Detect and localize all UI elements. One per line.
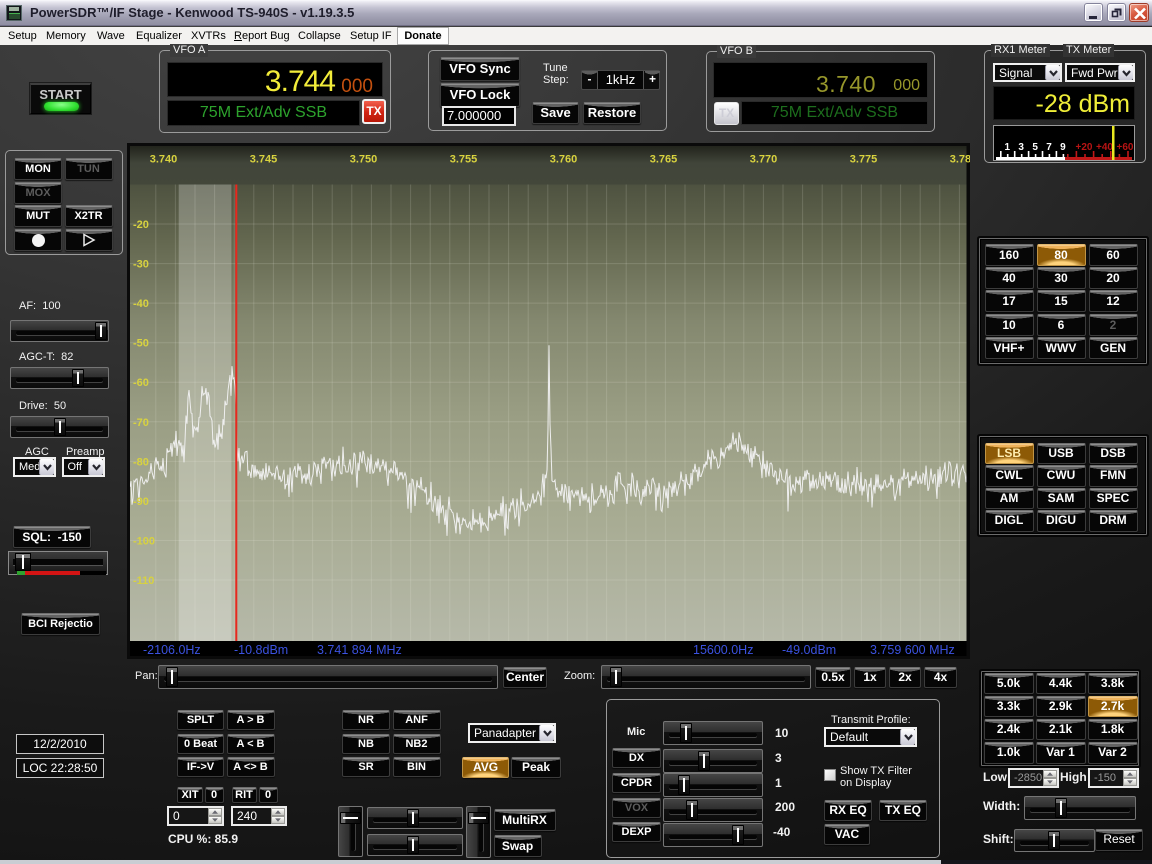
svg-text:-90: -90 (133, 496, 149, 508)
svg-text:-2106.0Hz: -2106.0Hz (143, 643, 201, 657)
svg-text:5: 5 (1032, 142, 1038, 153)
svg-text:-50: -50 (133, 338, 149, 350)
svg-text:7: 7 (1046, 142, 1052, 153)
svg-text:15600.0Hz: 15600.0Hz (693, 643, 753, 657)
svg-text:-20: -20 (133, 219, 149, 231)
svg-text:-100: -100 (133, 536, 155, 548)
svg-text:3.741 894 MHz: 3.741 894 MHz (317, 643, 402, 657)
svg-text:-110: -110 (133, 575, 154, 587)
svg-text:9: 9 (1060, 142, 1066, 153)
svg-text:-40: -40 (133, 298, 149, 310)
svg-text:-49.0dBm: -49.0dBm (782, 643, 836, 657)
svg-text:-10.8dBm: -10.8dBm (234, 643, 288, 657)
svg-text:3: 3 (1018, 142, 1024, 153)
svg-text:3.745: 3.745 (250, 154, 278, 166)
svg-text:3.759 600 MHz: 3.759 600 MHz (870, 643, 955, 657)
svg-text:3.750: 3.750 (350, 154, 378, 166)
svg-text:+40: +40 (1096, 142, 1113, 153)
svg-text:3.755: 3.755 (450, 154, 478, 166)
svg-text:3.775: 3.775 (850, 154, 878, 166)
svg-text:3.770: 3.770 (750, 154, 778, 166)
svg-text:3.760: 3.760 (550, 154, 578, 166)
svg-text:-60: -60 (133, 377, 149, 389)
svg-text:3.780: 3.780 (950, 154, 970, 166)
svg-text:+60: +60 (1117, 142, 1134, 153)
svg-text:-70: -70 (133, 417, 149, 429)
svg-text:+20: +20 (1076, 142, 1093, 153)
svg-text:1: 1 (1005, 142, 1011, 153)
svg-text:3.765: 3.765 (650, 154, 678, 166)
svg-text:-80: -80 (133, 456, 149, 468)
svg-text:-30: -30 (133, 259, 149, 271)
svg-text:3.740: 3.740 (150, 154, 178, 166)
